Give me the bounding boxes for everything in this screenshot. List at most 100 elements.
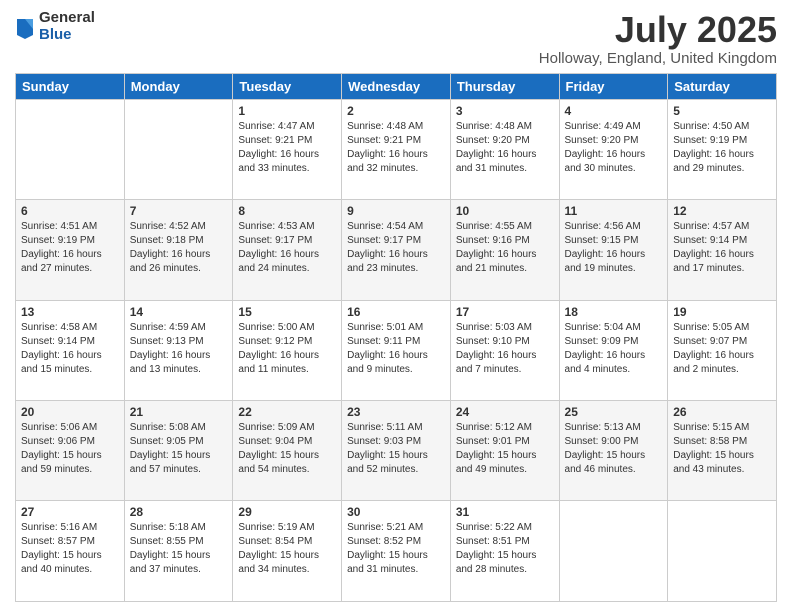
day-number: 12 bbox=[673, 204, 771, 218]
day-number: 4 bbox=[565, 104, 663, 118]
calendar-body: 1 Sunrise: 4:47 AM Sunset: 9:21 PM Daylig… bbox=[16, 99, 777, 601]
week-row-4: 20 Sunrise: 5:06 AM Sunset: 9:06 PM Dayli… bbox=[16, 401, 777, 501]
day-number: 11 bbox=[565, 204, 663, 218]
day-number: 19 bbox=[673, 305, 771, 319]
main-title: July 2025 bbox=[539, 10, 777, 50]
day-number: 22 bbox=[238, 405, 336, 419]
day-number: 15 bbox=[238, 305, 336, 319]
day-info: Sunrise: 5:15 AM Sunset: 8:58 PM Dayligh… bbox=[673, 421, 771, 477]
logo: General Blue bbox=[15, 10, 95, 43]
day-cell: 28 Sunrise: 5:18 AM Sunset: 8:55 PM Dayli… bbox=[124, 501, 233, 602]
day-cell bbox=[16, 99, 125, 199]
day-cell: 5 Sunrise: 4:50 AM Sunset: 9:19 PM Daylig… bbox=[668, 99, 777, 199]
header-cell-saturday: Saturday bbox=[668, 73, 777, 99]
week-row-5: 27Sunrise: 5:16 AM Sunset: 8:57 PM Dayli… bbox=[16, 501, 777, 602]
day-info: Sunrise: 5:13 AM Sunset: 9:00 PM Dayligh… bbox=[565, 421, 663, 477]
day-info: Sunrise: 4:50 AM Sunset: 9:19 PM Dayligh… bbox=[673, 120, 771, 176]
logo-general-text: General bbox=[39, 10, 95, 27]
day-info: Sunrise: 5:21 AM Sunset: 8:52 PM Dayligh… bbox=[347, 521, 445, 577]
day-cell bbox=[668, 501, 777, 602]
header-row: SundayMondayTuesdayWednesdayThursdayFrid… bbox=[16, 73, 777, 99]
day-info: Sunrise: 5:05 AM Sunset: 9:07 PM Dayligh… bbox=[673, 321, 771, 377]
day-info: Sunrise: 4:48 AM Sunset: 9:20 PM Dayligh… bbox=[456, 120, 554, 176]
day-cell: 25 Sunrise: 5:13 AM Sunset: 9:00 PM Dayli… bbox=[559, 401, 668, 501]
day-info: Sunrise: 5:06 AM Sunset: 9:06 PM Dayligh… bbox=[21, 421, 119, 477]
day-number: 18 bbox=[565, 305, 663, 319]
day-info: Sunrise: 4:49 AM Sunset: 9:20 PM Dayligh… bbox=[565, 120, 663, 176]
day-info: Sunrise: 5:19 AM Sunset: 8:54 PM Dayligh… bbox=[238, 521, 336, 577]
day-info: Sunrise: 5:04 AM Sunset: 9:09 PM Dayligh… bbox=[565, 321, 663, 377]
day-cell: 30 Sunrise: 5:21 AM Sunset: 8:52 PM Dayli… bbox=[342, 501, 451, 602]
day-number: 13 bbox=[21, 305, 119, 319]
day-info: Sunrise: 5:18 AM Sunset: 8:55 PM Dayligh… bbox=[130, 521, 228, 577]
day-number: 29 bbox=[238, 505, 336, 519]
header: General Blue July 2025 Holloway, England… bbox=[15, 10, 777, 67]
day-info: Sunrise: 4:52 AM Sunset: 9:18 PM Dayligh… bbox=[130, 220, 228, 276]
day-number: 21 bbox=[130, 405, 228, 419]
day-cell: 8 Sunrise: 4:53 AM Sunset: 9:17 PM Daylig… bbox=[233, 200, 342, 300]
day-info: Sunrise: 5:03 AM Sunset: 9:10 PM Dayligh… bbox=[456, 321, 554, 377]
day-cell: 16 Sunrise: 5:01 AM Sunset: 9:11 PM Dayli… bbox=[342, 300, 451, 400]
day-number: 9 bbox=[347, 204, 445, 218]
calendar-table: SundayMondayTuesdayWednesdayThursdayFrid… bbox=[15, 73, 777, 602]
day-info: Sunrise: 5:11 AM Sunset: 9:03 PM Dayligh… bbox=[347, 421, 445, 477]
day-number: 30 bbox=[347, 505, 445, 519]
title-block: July 2025 Holloway, England, United King… bbox=[539, 10, 777, 67]
day-cell: 9Sunrise: 4:54 AM Sunset: 9:17 PM Daylig… bbox=[342, 200, 451, 300]
day-cell: 27Sunrise: 5:16 AM Sunset: 8:57 PM Dayli… bbox=[16, 501, 125, 602]
day-info: Sunrise: 5:01 AM Sunset: 9:11 PM Dayligh… bbox=[347, 321, 445, 377]
day-info: Sunrise: 4:55 AM Sunset: 9:16 PM Dayligh… bbox=[456, 220, 554, 276]
day-number: 10 bbox=[456, 204, 554, 218]
day-info: Sunrise: 4:59 AM Sunset: 9:13 PM Dayligh… bbox=[130, 321, 228, 377]
header-cell-thursday: Thursday bbox=[450, 73, 559, 99]
day-cell: 26 Sunrise: 5:15 AM Sunset: 8:58 PM Dayli… bbox=[668, 401, 777, 501]
day-number: 28 bbox=[130, 505, 228, 519]
header-cell-sunday: Sunday bbox=[16, 73, 125, 99]
day-cell: 29 Sunrise: 5:19 AM Sunset: 8:54 PM Dayli… bbox=[233, 501, 342, 602]
day-number: 26 bbox=[673, 405, 771, 419]
day-cell: 10 Sunrise: 4:55 AM Sunset: 9:16 PM Dayli… bbox=[450, 200, 559, 300]
day-cell: 24Sunrise: 5:12 AM Sunset: 9:01 PM Dayli… bbox=[450, 401, 559, 501]
day-number: 31 bbox=[456, 505, 554, 519]
subtitle: Holloway, England, United Kingdom bbox=[539, 50, 777, 67]
header-cell-wednesday: Wednesday bbox=[342, 73, 451, 99]
day-cell: 18 Sunrise: 5:04 AM Sunset: 9:09 PM Dayli… bbox=[559, 300, 668, 400]
day-number: 23 bbox=[347, 405, 445, 419]
day-cell: 11Sunrise: 4:56 AM Sunset: 9:15 PM Dayli… bbox=[559, 200, 668, 300]
day-number: 17 bbox=[456, 305, 554, 319]
day-cell bbox=[124, 99, 233, 199]
day-cell: 13Sunrise: 4:58 AM Sunset: 9:14 PM Dayli… bbox=[16, 300, 125, 400]
logo-blue-text: Blue bbox=[39, 27, 95, 44]
day-info: Sunrise: 4:57 AM Sunset: 9:14 PM Dayligh… bbox=[673, 220, 771, 276]
week-row-3: 13Sunrise: 4:58 AM Sunset: 9:14 PM Dayli… bbox=[16, 300, 777, 400]
header-cell-friday: Friday bbox=[559, 73, 668, 99]
day-cell: 7 Sunrise: 4:52 AM Sunset: 9:18 PM Daylig… bbox=[124, 200, 233, 300]
day-number: 1 bbox=[238, 104, 336, 118]
day-cell: 31Sunrise: 5:22 AM Sunset: 8:51 PM Dayli… bbox=[450, 501, 559, 602]
day-cell: 3Sunrise: 4:48 AM Sunset: 9:20 PM Daylig… bbox=[450, 99, 559, 199]
logo-icon bbox=[15, 15, 35, 39]
day-cell: 22 Sunrise: 5:09 AM Sunset: 9:04 PM Dayli… bbox=[233, 401, 342, 501]
day-cell: 23 Sunrise: 5:11 AM Sunset: 9:03 PM Dayli… bbox=[342, 401, 451, 501]
day-cell: 20 Sunrise: 5:06 AM Sunset: 9:06 PM Dayli… bbox=[16, 401, 125, 501]
day-number: 14 bbox=[130, 305, 228, 319]
logo-text: General Blue bbox=[39, 10, 95, 43]
day-info: Sunrise: 4:48 AM Sunset: 9:21 PM Dayligh… bbox=[347, 120, 445, 176]
day-number: 5 bbox=[673, 104, 771, 118]
week-row-2: 6Sunrise: 4:51 AM Sunset: 9:19 PM Daylig… bbox=[16, 200, 777, 300]
day-number: 24 bbox=[456, 405, 554, 419]
header-cell-tuesday: Tuesday bbox=[233, 73, 342, 99]
day-info: Sunrise: 5:09 AM Sunset: 9:04 PM Dayligh… bbox=[238, 421, 336, 477]
day-info: Sunrise: 4:53 AM Sunset: 9:17 PM Dayligh… bbox=[238, 220, 336, 276]
day-number: 16 bbox=[347, 305, 445, 319]
day-number: 20 bbox=[21, 405, 119, 419]
day-cell: 19 Sunrise: 5:05 AM Sunset: 9:07 PM Dayli… bbox=[668, 300, 777, 400]
day-info: Sunrise: 4:47 AM Sunset: 9:21 PM Dayligh… bbox=[238, 120, 336, 176]
day-cell: 2 Sunrise: 4:48 AM Sunset: 9:21 PM Daylig… bbox=[342, 99, 451, 199]
day-cell: 15Sunrise: 5:00 AM Sunset: 9:12 PM Dayli… bbox=[233, 300, 342, 400]
day-number: 2 bbox=[347, 104, 445, 118]
day-number: 8 bbox=[238, 204, 336, 218]
day-cell bbox=[559, 501, 668, 602]
day-number: 7 bbox=[130, 204, 228, 218]
day-number: 25 bbox=[565, 405, 663, 419]
